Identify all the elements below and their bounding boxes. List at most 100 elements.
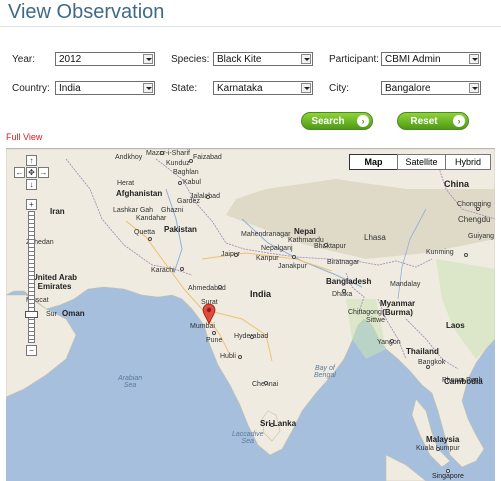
city-label-hubli: Hubli — [220, 353, 236, 360]
city-dot — [189, 159, 193, 163]
city-label-biratnagar: Biratnagar — [327, 259, 360, 266]
country-label-singapore: Singapore — [432, 473, 464, 480]
map-type-hybrid-button[interactable]: Hybrid — [445, 154, 491, 170]
city-label-kunming: Kunming — [426, 249, 454, 256]
city-dot — [178, 181, 182, 185]
city-label-guiyang: Guiyang — [468, 233, 495, 240]
city-label-kandahar: Kandahar — [136, 215, 167, 222]
city-dot — [476, 207, 480, 211]
city-dot — [390, 339, 394, 343]
city-label-chengdu: Chengdu — [458, 215, 491, 224]
title-divider — [0, 26, 501, 27]
arrow-right-icon: › — [357, 115, 369, 127]
city-label-kabul: Kabul — [183, 179, 201, 186]
city-label-pune: Pune — [206, 337, 223, 344]
city-value: Bangalore — [385, 83, 431, 94]
city-label-lashkar: Lashkar Gah — [113, 207, 154, 214]
chevron-down-icon[interactable] — [469, 54, 479, 64]
city-dot — [426, 365, 430, 369]
state-value: Karnataka — [217, 83, 263, 94]
map-marker-pin-icon[interactable] — [202, 303, 216, 325]
search-button-label: Search — [311, 116, 345, 127]
country-label-laos: Laos — [446, 321, 465, 330]
pan-center-icon[interactable]: ✥ — [26, 167, 37, 178]
year-select[interactable]: 2012 — [55, 52, 155, 66]
country-label-china: China — [444, 179, 470, 189]
city-label-chittagong: Chittagong — [348, 309, 382, 316]
participant-select[interactable]: CBMI Admin — [381, 52, 481, 66]
city-dot — [264, 381, 268, 385]
city-label-nepalganj: Nepalganj — [261, 245, 293, 252]
full-view-link[interactable]: Full View — [6, 132, 42, 142]
chevron-down-icon[interactable] — [469, 83, 479, 93]
country-label-sri-lanka: Sri Lanka — [260, 419, 297, 428]
city-label-bhaktapur: Bhaktapur — [314, 243, 346, 250]
city-label-quetta: Quetta — [134, 229, 156, 236]
chevron-down-icon[interactable] — [301, 83, 311, 93]
zoom-in-icon[interactable]: + — [26, 199, 37, 210]
city-label-herat: Herat — [117, 180, 135, 187]
country-label-myanmar: Myanmar (Burma) — [380, 299, 416, 317]
city-label-yangon: Yangon — [377, 339, 401, 346]
pan-down-icon[interactable]: ↓ — [26, 179, 37, 190]
city-label-andkhoy: Andkhoy — [115, 154, 143, 161]
city-label: City: — [329, 83, 349, 94]
city-dot — [446, 469, 450, 473]
map-type-satellite-button[interactable]: Satellite — [397, 154, 446, 170]
country-label-nepal: Nepal — [294, 227, 316, 236]
city-label-mandalay: Mandalay — [390, 281, 421, 288]
city-dot — [234, 253, 238, 257]
city-dot — [160, 151, 164, 155]
zoom-slider-track[interactable] — [28, 211, 35, 343]
city-label-karachi: Karachi — [151, 267, 175, 274]
map-type-map-button[interactable]: Map — [349, 154, 398, 170]
species-label: Species: — [171, 54, 210, 65]
city-label-kunduz: Kunduz — [166, 160, 190, 167]
search-button[interactable]: Search › — [301, 112, 373, 130]
country-label-pakistan: Pakistan — [164, 225, 197, 234]
chevron-down-icon[interactable] — [301, 54, 311, 64]
species-select[interactable]: Black Kite — [213, 52, 313, 66]
city-dot — [270, 423, 274, 427]
pan-right-icon[interactable]: → — [38, 167, 49, 178]
city-label-faizabad: Faizabad — [193, 154, 222, 161]
chevron-down-icon[interactable] — [143, 54, 153, 64]
species-value: Black Kite — [217, 54, 262, 65]
city-label-janakpur: Janakpur — [278, 263, 307, 270]
reset-button[interactable]: Reset › — [397, 112, 469, 130]
zoom-slider-thumb[interactable] — [25, 311, 38, 318]
zoom-out-icon[interactable]: − — [26, 345, 37, 356]
city-label-mazar: Mazar-i-Sharif — [146, 150, 190, 157]
city-label-baghlan: Baghlan — [173, 169, 199, 176]
arrow-right-icon: › — [453, 115, 465, 127]
country-label-iran: Iran — [50, 207, 65, 216]
land-sumatra — [385, 454, 427, 481]
chevron-down-icon[interactable] — [143, 83, 153, 93]
pan-up-icon[interactable]: ↑ — [26, 155, 37, 166]
city-select[interactable]: Bangalore — [381, 81, 481, 95]
city-label-ghazni: Ghazni — [161, 207, 184, 214]
city-label-mahendranagar: Mahendranagar — [241, 231, 291, 238]
city-dot — [292, 255, 296, 259]
participant-value: CBMI Admin — [385, 54, 441, 65]
country-label-malaysia: Malaysia — [426, 435, 460, 444]
country-label-india: India — [250, 289, 272, 299]
country-label-afghanistan: Afghanistan — [116, 189, 163, 198]
map-canvas[interactable]: Andkhoy Mazar-i-Sharif Faizabad Kunduz B… — [6, 148, 495, 481]
city-dot — [180, 267, 184, 271]
city-dot — [436, 447, 440, 451]
pan-control[interactable]: ↑ ← ✥ → ↓ — [6, 149, 49, 190]
country-value: India — [59, 83, 81, 94]
country-select[interactable]: India — [55, 81, 155, 95]
city-label-lhasa: Lhasa — [364, 233, 386, 242]
city-dot — [324, 243, 328, 247]
city-label-chongqing: Chongqing — [457, 201, 491, 208]
city-dot — [238, 355, 242, 359]
city-dot — [218, 285, 222, 289]
city-dot — [464, 253, 468, 257]
country-label-cambodia: Cambodia — [444, 377, 483, 386]
city-dot — [250, 335, 254, 339]
state-select[interactable]: Karnataka — [213, 81, 313, 95]
sea-label-arabian: Arabian Sea — [118, 375, 143, 389]
pan-left-icon[interactable]: ← — [14, 167, 25, 178]
